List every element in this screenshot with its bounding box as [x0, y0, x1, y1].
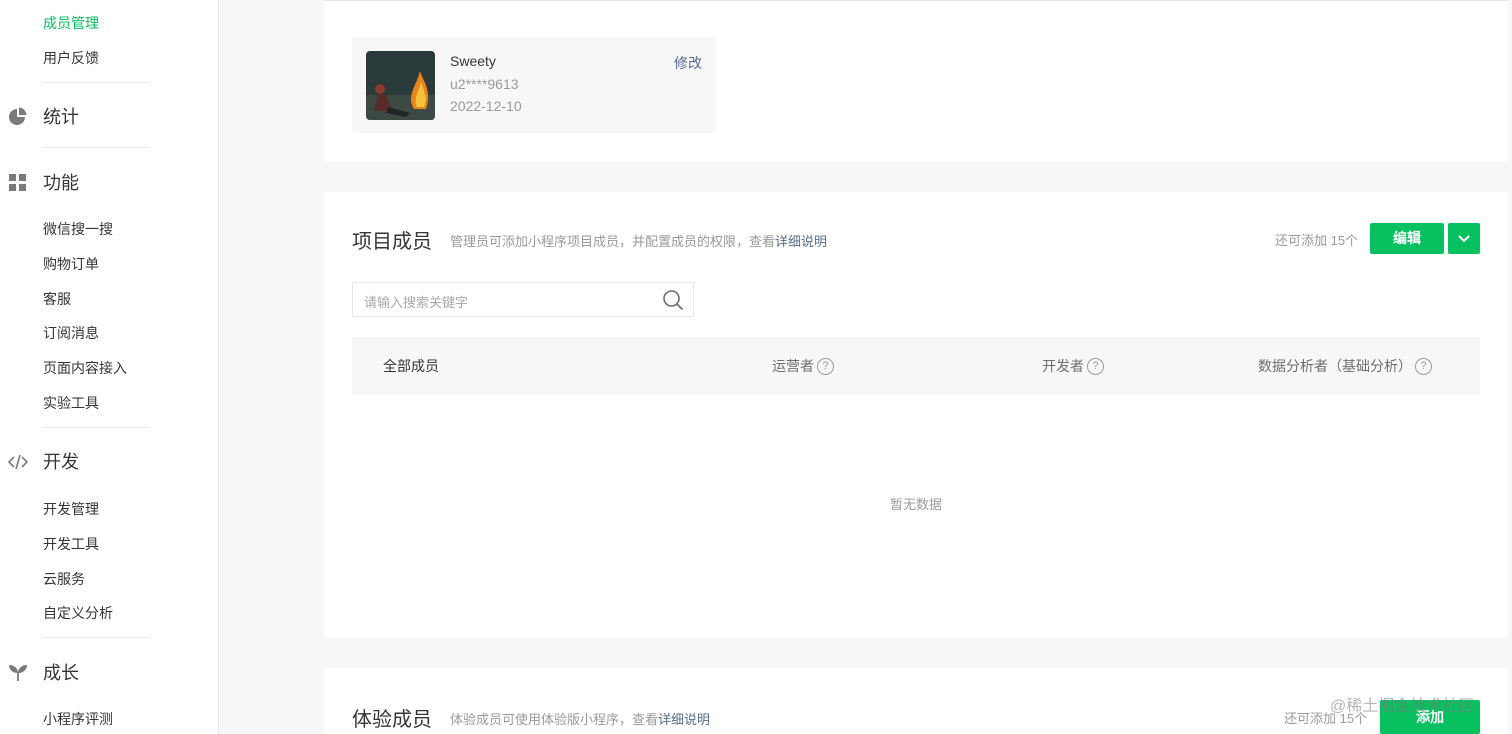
sidebar-divider — [43, 637, 149, 638]
grid-icon — [9, 174, 26, 191]
pie-chart-icon — [9, 107, 27, 125]
sidebar-item-experiment-tools[interactable]: 实验工具 — [43, 393, 99, 413]
tab-operators[interactable]: 运营者 ? — [772, 356, 834, 376]
sidebar-item-customer-service[interactable]: 客服 — [43, 289, 71, 309]
sidebar-item-user-feedback[interactable]: 用户反馈 — [43, 48, 99, 68]
sidebar-item-cloud-service[interactable]: 云服务 — [43, 569, 85, 589]
members-table-header: 全部成员 运营者 ? 开发者 ? 数据分析者（基础分析） ? — [352, 337, 1480, 395]
empty-state-text: 暂无数据 — [889, 497, 942, 512]
sidebar-item-wechat-search[interactable]: 微信搜一搜 — [43, 219, 113, 239]
sidebar-item-custom-analysis[interactable]: 自定义分析 — [43, 603, 113, 623]
sidebar-group-dev[interactable]: 开发 — [0, 447, 219, 477]
trial-members-detail-link[interactable]: 详细说明 — [658, 712, 710, 727]
tab-developers[interactable]: 开发者 ? — [1042, 356, 1104, 376]
sidebar-group-label: 统计 — [43, 107, 79, 127]
project-members-quota: 还可添加 15个 — [1275, 233, 1359, 248]
project-members-desc: 管理员可添加小程序项目成员，并配置成员的权限，查看详细说明 — [450, 231, 827, 250]
column-label: 运营者 — [772, 358, 814, 374]
sidebar: 成员管理 用户反馈 统计 功能 微信搜一搜 购物订单 客服 订阅消息 页面内容接… — [0, 0, 219, 734]
edit-dropdown-button[interactable] — [1448, 223, 1480, 254]
column-label: 开发者 — [1042, 358, 1084, 374]
column-label: 数据分析者（基础分析） — [1258, 358, 1412, 374]
sidebar-item-dev-tools[interactable]: 开发工具 — [43, 534, 99, 554]
admin-edit-link[interactable]: 修改 — [674, 53, 702, 73]
search-placeholder: 请输入搜索关键字 — [364, 295, 469, 310]
sidebar-group-label: 开发 — [43, 452, 79, 472]
admin-name: Sweety — [450, 53, 496, 69]
chevron-down-icon — [1458, 235, 1470, 243]
search-icon[interactable] — [662, 289, 684, 311]
sidebar-group-growth[interactable]: 成长 — [0, 658, 219, 688]
admin-info-box: Sweety u2****9613 2022-12-10 修改 — [352, 37, 716, 133]
sidebar-item-page-content[interactable]: 页面内容接入 — [43, 358, 127, 378]
sidebar-item-miniprogram-review[interactable]: 小程序评测 — [43, 709, 113, 729]
sidebar-item-dev-management[interactable]: 开发管理 — [43, 499, 99, 519]
watermark: @稀土掘金技术社区 — [1330, 698, 1475, 715]
code-icon — [8, 454, 28, 470]
sidebar-item-member-management[interactable]: 成员管理 — [43, 13, 99, 33]
trial-members-title: 体验成员 — [352, 709, 432, 731]
help-icon[interactable]: ? — [817, 357, 834, 375]
sidebar-group-features[interactable]: 功能 — [0, 168, 219, 198]
tab-all-members[interactable]: 全部成员 — [383, 356, 439, 376]
tab-data-analysts[interactable]: 数据分析者（基础分析） ? — [1258, 356, 1432, 376]
sidebar-group-label: 成长 — [43, 663, 79, 683]
sidebar-group-label: 功能 — [43, 173, 79, 193]
sidebar-divider — [43, 147, 149, 148]
column-label: 全部成员 — [383, 358, 439, 374]
sidebar-divider — [43, 82, 149, 83]
trial-members-desc: 体验成员可使用体验版小程序，查看详细说明 — [450, 709, 710, 728]
sidebar-divider — [43, 427, 149, 428]
admin-card: Sweety u2****9613 2022-12-10 修改 — [324, 0, 1508, 162]
trial-members-desc-text: 体验成员可使用体验版小程序，查看 — [450, 712, 659, 727]
help-icon[interactable]: ? — [1087, 357, 1104, 375]
admin-date: 2022-12-10 — [450, 98, 522, 114]
sidebar-group-stats[interactable]: 统计 — [0, 102, 219, 132]
search-input[interactable]: 请输入搜索关键字 — [352, 282, 694, 317]
project-members-detail-link[interactable]: 详细说明 — [775, 234, 827, 249]
project-members-desc-text: 管理员可添加小程序项目成员，并配置成员的权限，查看 — [450, 234, 776, 249]
sidebar-item-subscription-messages[interactable]: 订阅消息 — [43, 323, 99, 343]
edit-button[interactable]: 编辑 — [1370, 223, 1444, 254]
sprout-icon — [9, 665, 27, 681]
sidebar-item-shopping-orders[interactable]: 购物订单 — [43, 254, 99, 274]
project-members-title: 项目成员 — [352, 231, 432, 253]
project-members-card: 项目成员 管理员可添加小程序项目成员，并配置成员的权限，查看详细说明 还可添加 … — [324, 192, 1508, 638]
admin-id: u2****9613 — [450, 76, 519, 92]
avatar — [366, 51, 435, 120]
help-icon[interactable]: ? — [1415, 357, 1432, 375]
